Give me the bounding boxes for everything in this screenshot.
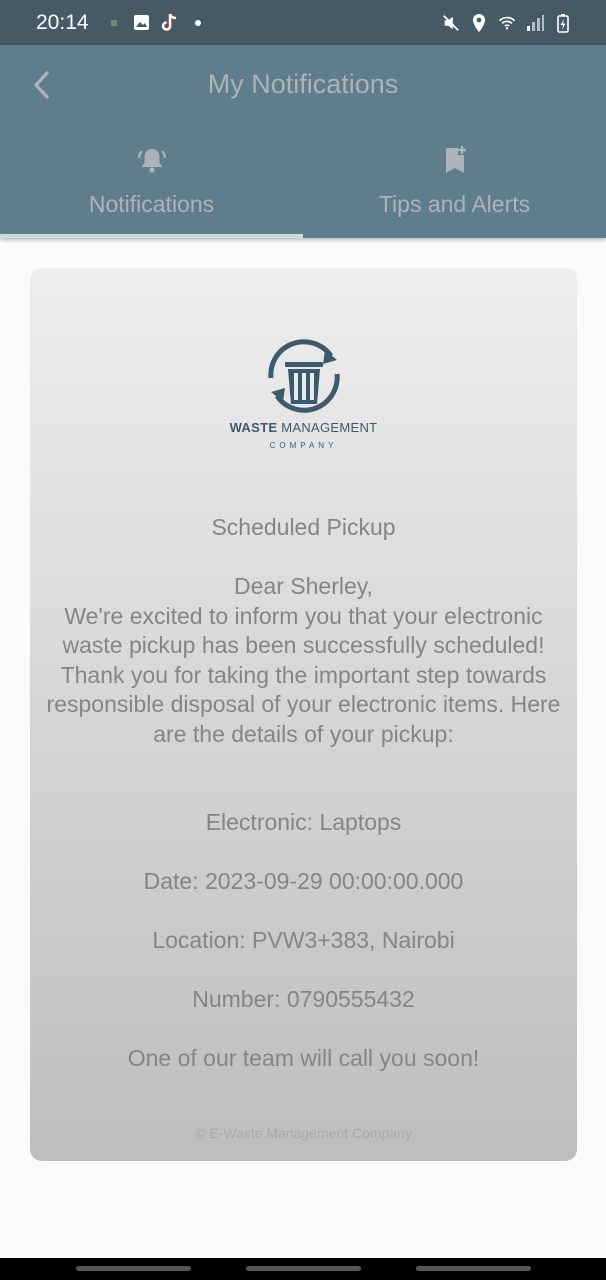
mute-icon [442, 14, 460, 32]
nav-recents-handle[interactable] [76, 1266, 191, 1271]
bell-icon [136, 145, 168, 175]
pickup-number: Number: 0790555432 [192, 986, 415, 1012]
tab-selected-indicator [0, 234, 303, 238]
bookmark-add-icon [442, 145, 468, 175]
tab-notifications[interactable]: Notifications [0, 141, 303, 238]
page-title: My Notifications [207, 69, 399, 99]
dot-icon [189, 14, 207, 32]
notification-card[interactable]: WASTE MANAGEMENT COMPANY Scheduled Picku… [30, 268, 577, 1161]
notification-closing: One of our team will call you soon! [127, 1045, 480, 1071]
tab-notifications-label: Notifications [88, 191, 215, 217]
status-right-icons [442, 13, 572, 33]
nav-back-handle[interactable] [416, 1266, 531, 1271]
tab-bar: Notifications Tips and Alerts [0, 141, 606, 238]
app-bar: My Notifications Notifications Tips and … [0, 45, 606, 238]
tab-tips-and-alerts-label: Tips and Alerts [378, 191, 531, 217]
notification-footer: © E-Waste Management Company [195, 1125, 412, 1141]
app-notification-icon [105, 14, 123, 32]
status-time: 20:14 [36, 10, 89, 34]
status-left-icons [105, 13, 207, 32]
pickup-location: Location: PVW3+383, Nairobi [152, 927, 455, 953]
tiktok-icon [161, 13, 179, 32]
location-icon [470, 13, 488, 32]
status-bar: 20:14 [0, 0, 606, 45]
notification-greeting: Dear Sherley, [234, 573, 373, 599]
tab-tips-and-alerts[interactable]: Tips and Alerts [303, 141, 606, 238]
nav-home-handle[interactable] [246, 1266, 361, 1271]
logo-subtitle: COMPANY [269, 441, 338, 450]
logo-wordmark: WASTE MANAGEMENT [229, 420, 378, 435]
battery-charging-icon [554, 13, 572, 33]
image-icon [133, 14, 151, 32]
pickup-electronic: Electronic: Laptops [205, 809, 402, 835]
system-nav-bar [0, 1258, 606, 1280]
company-logo: WASTE MANAGEMENT COMPANY [30, 338, 577, 450]
notification-body: We're excited to inform you that your el… [46, 602, 561, 747]
pickup-date: Date: 2023-09-29 00:00:00.000 [143, 868, 464, 894]
wifi-icon [498, 14, 516, 32]
notification-title: Scheduled Pickup [211, 514, 396, 540]
recycle-bin-icon [267, 339, 340, 413]
signal-icon [526, 14, 544, 32]
